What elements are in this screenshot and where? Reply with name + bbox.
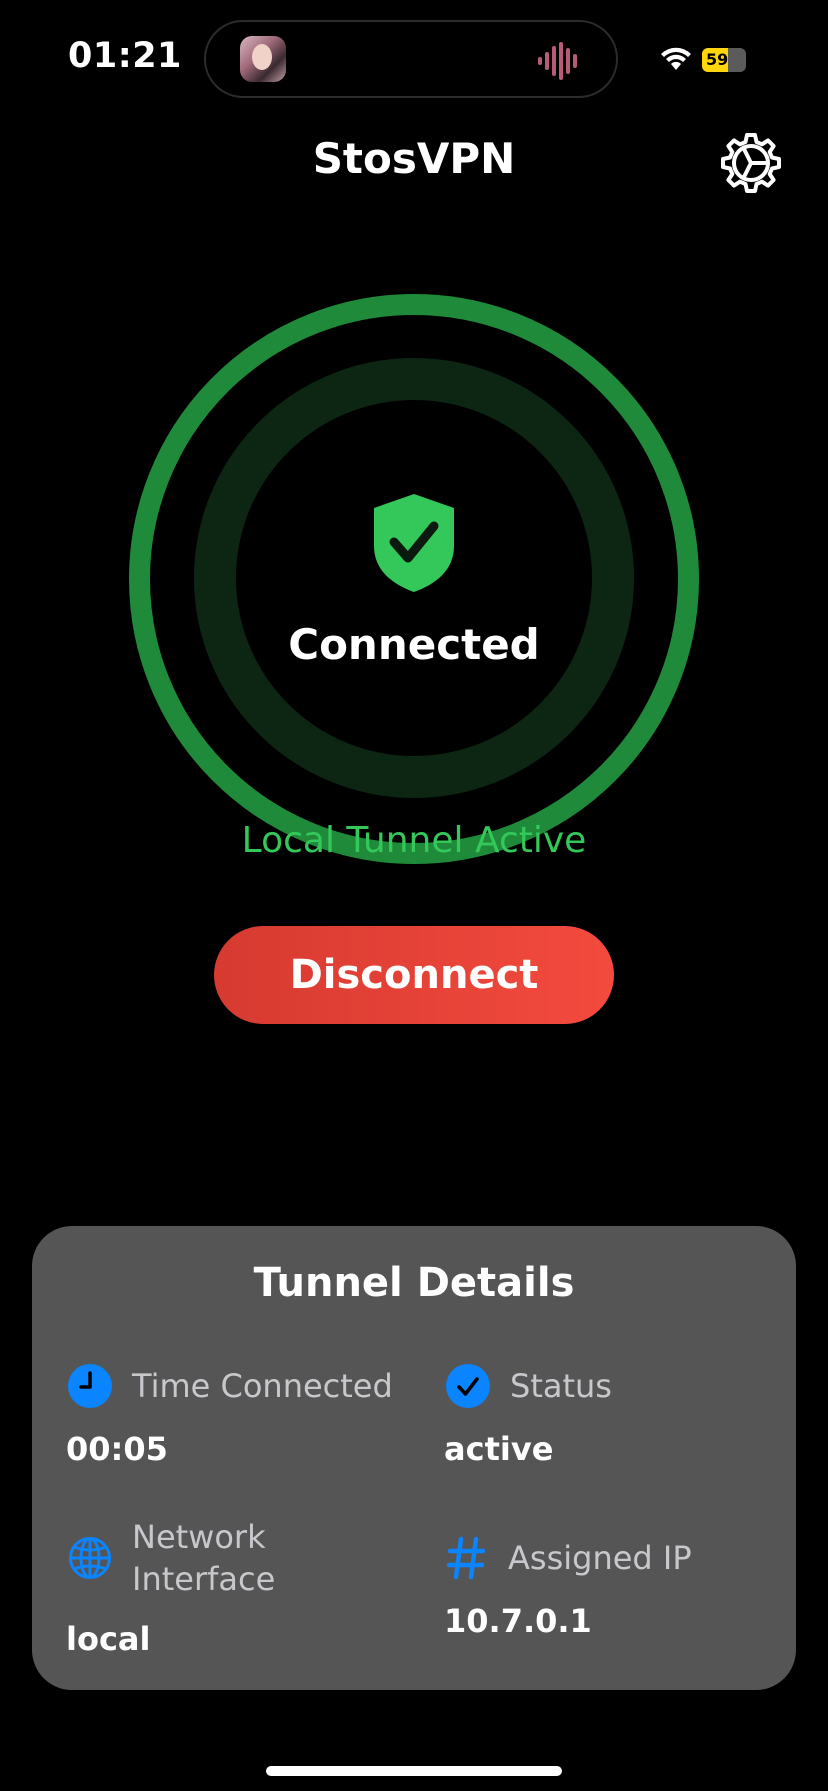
network-interface-label-line2: Interface [132, 1560, 276, 1598]
tunnel-details-card: Tunnel Details Time Connected 00:05 Stat… [32, 1226, 796, 1690]
status-time: 01:21 [68, 36, 182, 76]
assigned-ip-label: Assigned IP [508, 1539, 692, 1577]
disconnect-button[interactable]: Disconnect [214, 926, 614, 1024]
wifi-icon [661, 47, 691, 70]
connection-state-label: Connected [288, 620, 540, 669]
hash-icon [446, 1536, 486, 1580]
status-value: active [444, 1430, 554, 1468]
globe-icon [69, 1537, 111, 1579]
battery-indicator: 59 [702, 48, 746, 72]
network-interface-value: local [66, 1620, 151, 1658]
time-connected-value: 00:05 [66, 1430, 168, 1468]
shield-check-icon [374, 494, 454, 592]
network-interface-label-line1: Network [132, 1518, 266, 1556]
assigned-ip-value: 10.7.0.1 [444, 1602, 592, 1640]
app-title: StosVPN [312, 134, 516, 183]
dynamic-island[interactable] [204, 20, 618, 98]
audio-waveform-icon [538, 42, 577, 80]
status-label: Status [510, 1367, 612, 1405]
gear-icon[interactable] [720, 132, 782, 194]
now-playing-artwork [240, 36, 286, 82]
battery-level: 59 [702, 48, 746, 72]
tunnel-status-subtitle: Local Tunnel Active [241, 820, 587, 861]
checkmark-icon [446, 1364, 490, 1408]
time-connected-label: Time Connected [132, 1367, 393, 1405]
home-indicator[interactable] [266, 1766, 562, 1776]
card-title: Tunnel Details [253, 1260, 575, 1306]
clock-icon [68, 1364, 112, 1408]
